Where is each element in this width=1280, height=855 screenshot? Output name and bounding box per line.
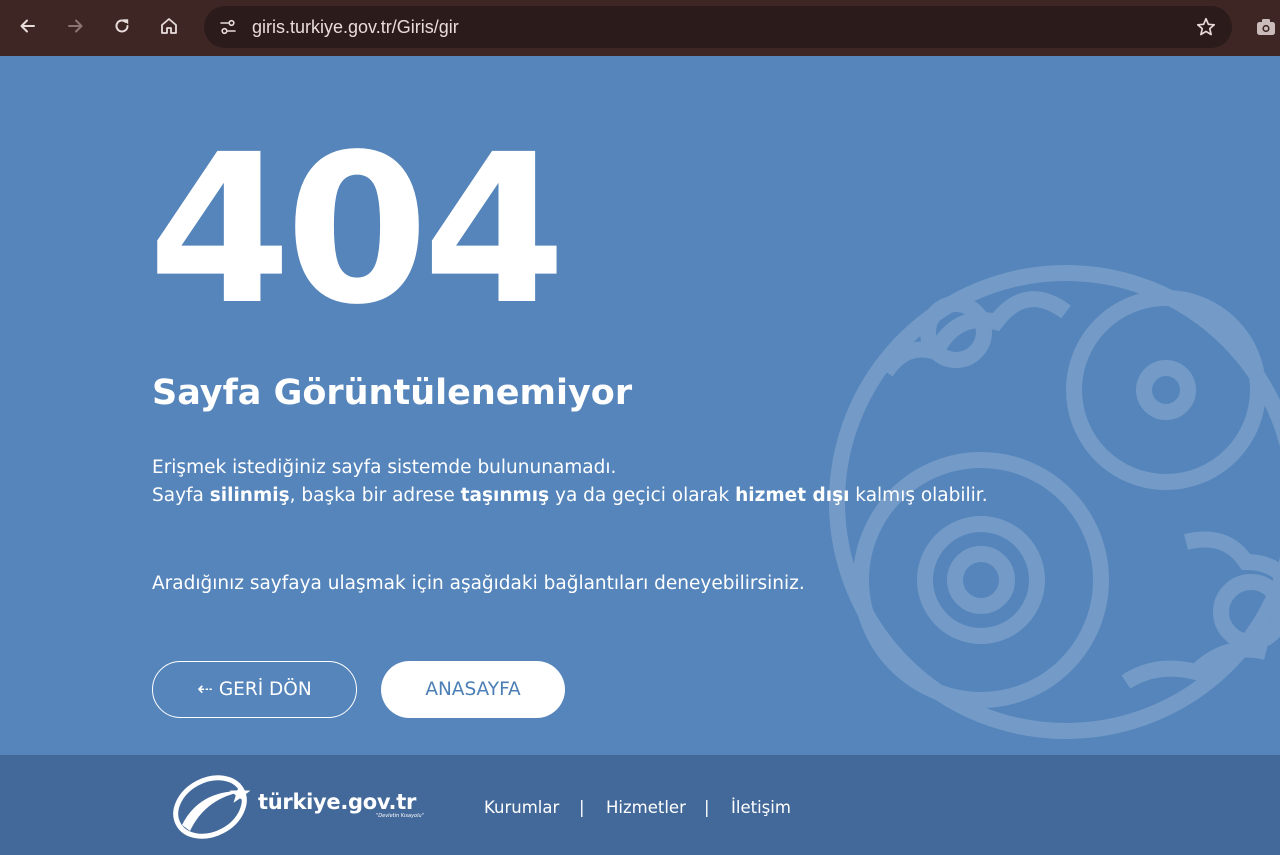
arrow-left-icon [20,19,35,33]
homepage-button[interactable]: ANASAYFA [381,661,565,718]
footer-separator: | [579,798,585,817]
reload-icon [115,19,129,33]
footer-link-hizmetler[interactable]: Hizmetler [606,797,686,819]
back-arrow-icon: ⇠ [197,679,213,700]
address-bar[interactable]: giris.turkiye.gov.tr/Giris/gir [204,6,1232,48]
extension-button[interactable] [1252,12,1280,42]
browser-toolbar: giris.turkiye.gov.tr/Giris/gir [0,0,1280,56]
description-text: Sayfa [152,485,210,506]
back-button[interactable] [10,10,46,42]
footer-link-kurumlar[interactable]: Kurumlar [484,797,559,819]
description-line-2: Sayfa silinmiş, başka bir adrese taşınmı… [152,482,988,510]
homepage-label: ANASAYFA [425,679,521,700]
description-emphasis: silinmiş [209,485,290,506]
help-text: Aradığınız sayfaya ulaşmak için aşağıdak… [152,573,805,594]
description-emphasis: hizmet dışı [735,485,850,506]
tune-icon [220,19,236,35]
page-title: Sayfa Görüntülenemiyor [152,373,633,413]
turkiye-gov-logo[interactable]: türkiye.gov.tr "Devletin Kısayolu" [170,773,450,841]
site-info-button[interactable] [212,11,244,43]
error-code: 404 [148,110,566,350]
description-text: ya da geçici olarak [549,485,736,506]
home-button[interactable] [151,10,187,42]
description-text: , başka bir adrese [289,485,461,506]
error-description: Erişmek istediğiniz sayfa sistemde bulun… [152,454,988,510]
description-emphasis: taşınmış [460,485,550,506]
site-footer: türkiye.gov.tr "Devletin Kısayolu" Kurum… [0,755,1280,855]
home-icon [161,18,177,34]
star-icon [1196,17,1216,36]
footer-link-iletisim[interactable]: İletişim [731,797,791,819]
description-text: kalmış olabilir. [849,485,988,506]
reload-button[interactable] [104,10,140,42]
bookmark-button[interactable] [1192,13,1220,41]
description-line-1: Erişmek istediğiniz sayfa sistemde bulun… [152,457,617,478]
logo-tagline: "Devletin Kısayolu" [376,813,424,819]
error-page: 404 Sayfa Görüntülenemiyor Erişmek isted… [0,56,1280,755]
forward-button[interactable] [57,10,93,42]
go-back-button[interactable]: ⇠ GERİ DÖN [152,661,357,718]
go-back-label: GERİ DÖN [218,679,312,700]
camera-icon [1257,19,1275,35]
url-text[interactable]: giris.turkiye.gov.tr/Giris/gir [252,16,459,38]
footer-separator: | [704,798,710,817]
arrow-right-icon [68,19,83,33]
logo-text: türkiye.gov.tr [258,790,417,814]
crescent-star-icon [173,775,251,839]
